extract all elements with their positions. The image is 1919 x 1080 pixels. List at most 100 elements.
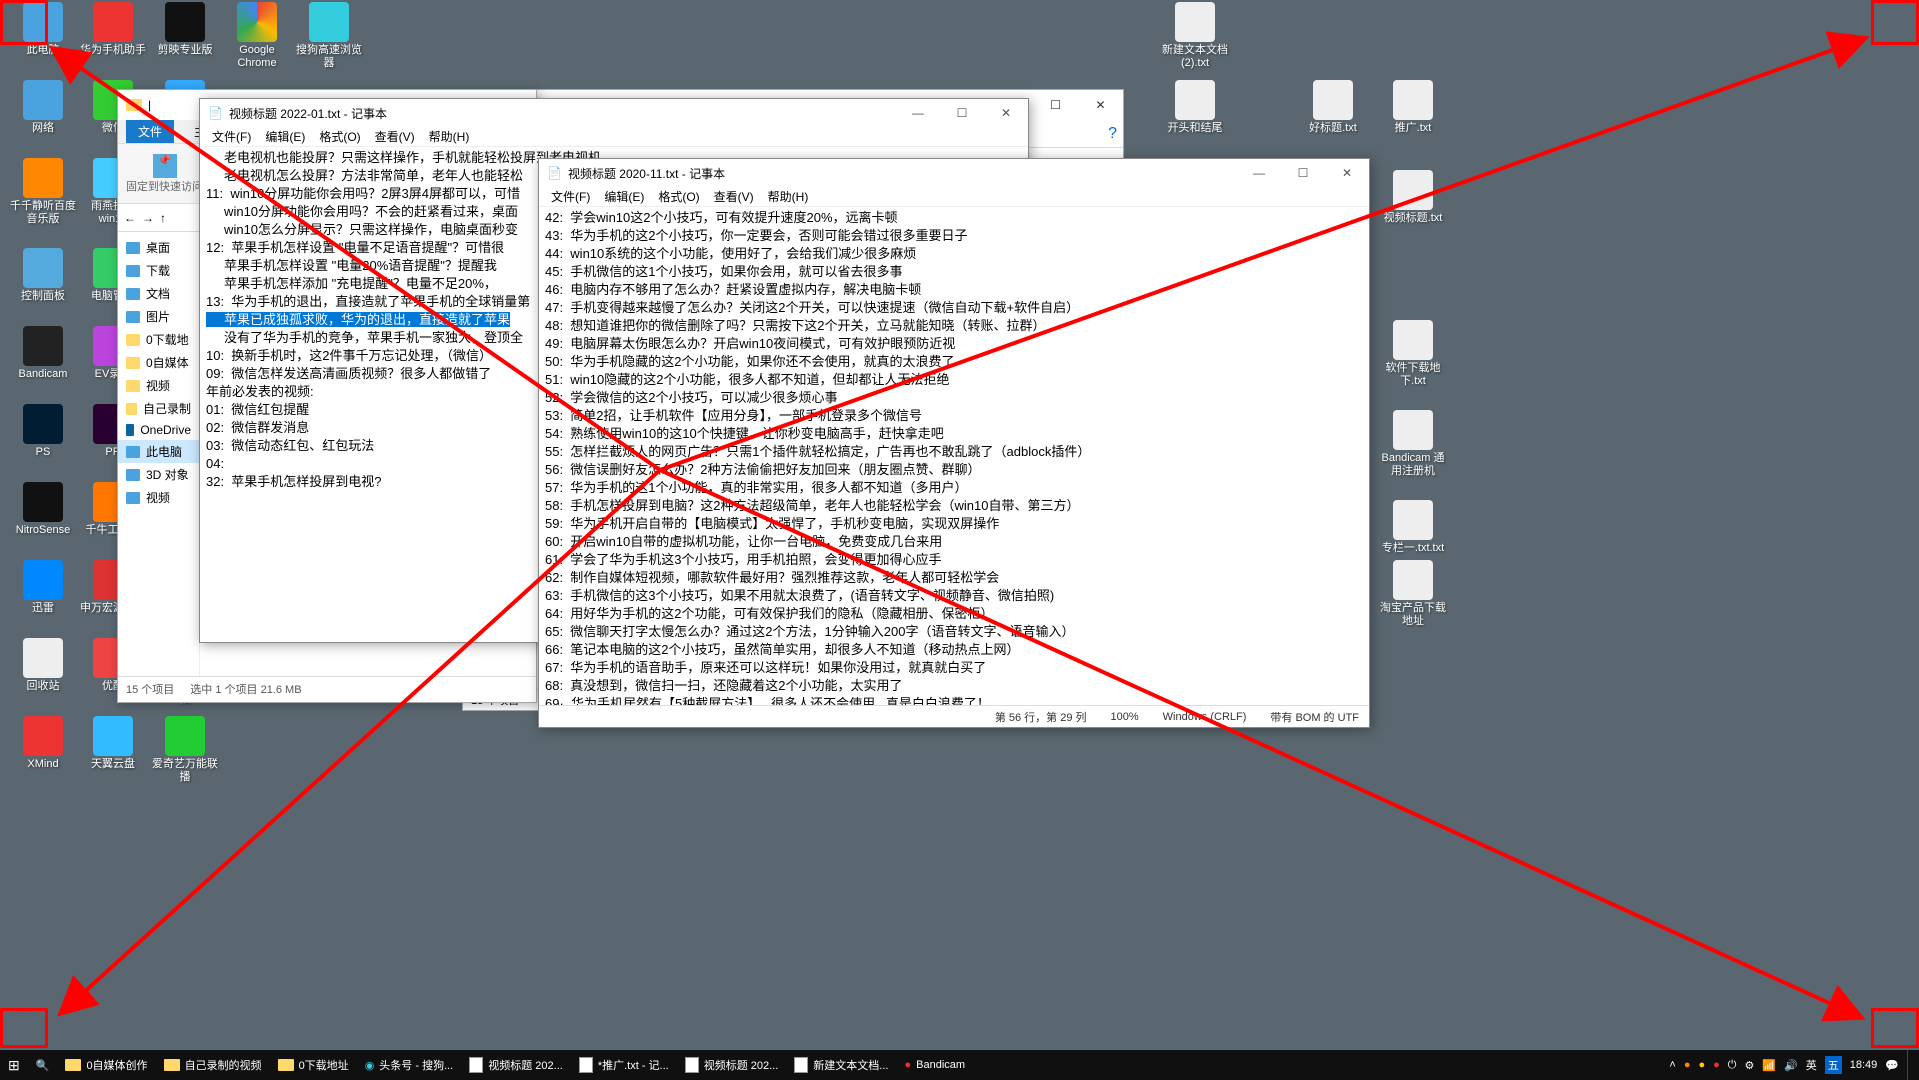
tray-chevron-icon[interactable]: ˄ xyxy=(1669,1059,1675,1071)
status-bar: 15 个项目 选中 1 个项目 21.6 MB xyxy=(118,676,536,700)
desktop-icon[interactable]: 千千静听百度音乐版 xyxy=(8,158,78,226)
sidebar-item[interactable]: 视频 xyxy=(118,374,199,397)
desktop-icon[interactable]: PS xyxy=(8,404,78,459)
sidebar-item[interactable]: 下载 xyxy=(118,259,199,282)
taskbar-item[interactable]: 自己录制的视频 xyxy=(156,1050,270,1080)
text-area[interactable]: 42: 学会win10这2个小技巧，可有效提升速度20%，远离卡顿43: 华为手… xyxy=(539,207,1369,705)
desktop-icon[interactable]: 搜狗高速浏览器 xyxy=(294,2,364,70)
annotation-box-tr xyxy=(1871,0,1919,45)
notepad-icon: 📄 xyxy=(208,106,223,120)
desktop-icon[interactable]: 爱奇艺万能联播 xyxy=(150,716,220,784)
start-button[interactable]: ⊞ xyxy=(0,1050,28,1080)
desktop-icon[interactable]: XMind xyxy=(8,716,78,771)
desktop-icon[interactable]: 淘宝产品下载地址 xyxy=(1378,560,1448,628)
taskbar-item[interactable]: 0下载地址 xyxy=(270,1050,357,1080)
desktop-icon[interactable]: 剪映专业版 xyxy=(150,2,220,57)
maximize-button[interactable]: ☐ xyxy=(1033,90,1078,120)
tray-icon[interactable]: ● xyxy=(1698,1059,1705,1071)
desktop-icon[interactable]: 迅雷 xyxy=(8,560,78,615)
notepad-icon: 📄 xyxy=(547,166,562,180)
status-bar: 第 56 行，第 29 列 100% Windows (CRLF) 带有 BOM… xyxy=(539,705,1369,727)
taskbar-item[interactable]: ◉头条号 - 搜狗... xyxy=(357,1050,462,1080)
desktop-icon[interactable]: 控制面板 xyxy=(8,248,78,303)
maximize-button[interactable]: ☐ xyxy=(940,99,984,127)
tab-file[interactable]: 文件 xyxy=(126,120,174,143)
desktop-icon[interactable]: 天翼云盘 xyxy=(78,716,148,771)
desktop-icon[interactable]: 网络 xyxy=(8,80,78,135)
show-desktop[interactable] xyxy=(1907,1050,1913,1080)
close-button[interactable]: ✕ xyxy=(1078,90,1123,120)
sidebar-item[interactable]: 0自媒体 xyxy=(118,351,199,374)
desktop-icon[interactable]: 好标题.txt xyxy=(1298,80,1368,135)
notepad-window-2[interactable]: 📄 视频标题 2020-11.txt - 记事本 — ☐ ✕ 文件(F)编辑(E… xyxy=(538,158,1370,728)
taskbar-item[interactable]: 0自媒体创作 xyxy=(57,1050,155,1080)
window-title: 视频标题 2022-01.txt - 记事本 xyxy=(229,105,896,122)
menu-item[interactable]: 格式(O) xyxy=(652,188,705,205)
desktop-icon[interactable]: Bandicam xyxy=(8,326,78,381)
close-button[interactable]: ✕ xyxy=(984,99,1028,127)
folder-icon xyxy=(126,99,142,111)
ime-indicator-2[interactable]: 五 xyxy=(1825,1056,1842,1074)
desktop-icon[interactable]: 推广.txt xyxy=(1378,80,1448,135)
tray-icon[interactable]: ⚙ xyxy=(1744,1059,1754,1072)
sidebar-item[interactable]: 视频 xyxy=(118,486,199,509)
desktop-icon[interactable]: NitroSense xyxy=(8,482,78,537)
sidebar-item[interactable]: 3D 对象 xyxy=(118,463,199,486)
desktop-icon[interactable]: 回收站 xyxy=(8,638,78,693)
taskbar-item[interactable]: 视频标题 202... xyxy=(461,1050,571,1080)
close-button[interactable]: ✕ xyxy=(1325,159,1369,187)
menu-item[interactable]: 帮助(H) xyxy=(762,188,815,205)
annotation-box-tl xyxy=(0,0,48,45)
nav-up-icon[interactable]: ↑ xyxy=(160,211,166,225)
menu-bar[interactable]: 文件(F)编辑(E)格式(O)查看(V)帮助(H) xyxy=(539,187,1369,207)
sidebar-item[interactable]: 自己录制 xyxy=(118,397,199,420)
minimize-button[interactable]: — xyxy=(896,99,940,127)
sidebar-item[interactable]: 桌面 xyxy=(118,236,199,259)
menu-bar[interactable]: 文件(F)编辑(E)格式(O)查看(V)帮助(H) xyxy=(200,127,1028,147)
sidebar-item[interactable]: OneDrive xyxy=(118,420,199,440)
sidebar-item[interactable]: 文档 xyxy=(118,282,199,305)
explorer-sidebar[interactable]: 桌面下载文档图片0下载地0自媒体视频自己录制OneDrive此电脑3D 对象视频 xyxy=(118,232,200,676)
menu-item[interactable]: 编辑(E) xyxy=(259,128,311,145)
desktop-icon[interactable]: 视频标题.txt xyxy=(1378,170,1448,225)
help-icon[interactable]: ? xyxy=(1108,125,1117,143)
desktop-icon[interactable]: Bandicam 通用注册机 xyxy=(1378,410,1448,478)
taskbar[interactable]: ⊞ 🔍 0自媒体创作自己录制的视频0下载地址◉头条号 - 搜狗...视频标题 2… xyxy=(0,1050,1919,1080)
minimize-button[interactable]: — xyxy=(1237,159,1281,187)
desktop-icon[interactable]: 华为手机助手 xyxy=(78,2,148,57)
nav-forward-icon[interactable]: → xyxy=(142,211,154,225)
desktop-icon[interactable]: 专栏一.txt.txt xyxy=(1378,500,1448,555)
tray-icon[interactable]: ● xyxy=(1684,1059,1691,1071)
taskbar-item[interactable]: *推广.txt - 记... xyxy=(571,1050,677,1080)
search-button[interactable]: 🔍 xyxy=(28,1050,58,1080)
menu-item[interactable]: 查看(V) xyxy=(369,128,421,145)
desktop-icon[interactable]: 软件下载地下.txt xyxy=(1378,320,1448,388)
menu-item[interactable]: 文件(F) xyxy=(545,188,596,205)
desktop-icon[interactable]: 新建文本文档 (2).txt xyxy=(1160,2,1230,70)
desktop-icon[interactable]: 开头和结尾 xyxy=(1160,80,1230,135)
menu-item[interactable]: 查看(V) xyxy=(708,188,760,205)
menu-item[interactable]: 帮助(H) xyxy=(423,128,476,145)
nav-back-icon[interactable]: ← xyxy=(124,211,136,225)
desktop-icon[interactable]: Google Chrome xyxy=(222,2,292,70)
tray-network-icon[interactable]: 📶 xyxy=(1762,1059,1776,1072)
action-center-icon[interactable]: 💬 xyxy=(1885,1059,1899,1072)
taskbar-item[interactable]: 视频标题 202... xyxy=(677,1050,787,1080)
sidebar-item[interactable]: 此电脑 xyxy=(118,440,199,463)
sidebar-item[interactable]: 0下载地 xyxy=(118,328,199,351)
maximize-button[interactable]: ☐ xyxy=(1281,159,1325,187)
taskbar-item[interactable]: ●Bandicam xyxy=(896,1050,973,1080)
clock[interactable]: 18:49 xyxy=(1850,1059,1878,1071)
menu-item[interactable]: 格式(O) xyxy=(313,128,366,145)
menu-item[interactable]: 文件(F) xyxy=(206,128,257,145)
sidebar-item[interactable]: 图片 xyxy=(118,305,199,328)
ime-indicator[interactable]: 英 xyxy=(1806,1057,1817,1073)
tray-icon[interactable]: ● xyxy=(1713,1059,1720,1071)
pin-button[interactable]: 📌 固定到快速访问 xyxy=(126,154,203,194)
taskbar-item[interactable]: 新建文本文档... xyxy=(786,1050,896,1080)
window-title: 视频标题 2020-11.txt - 记事本 xyxy=(568,165,1237,182)
menu-item[interactable]: 编辑(E) xyxy=(598,188,650,205)
annotation-box-br xyxy=(1871,1008,1919,1048)
tray-icon[interactable]: ⏻ xyxy=(1728,1059,1737,1072)
tray-volume-icon[interactable]: 🔊 xyxy=(1784,1059,1798,1072)
